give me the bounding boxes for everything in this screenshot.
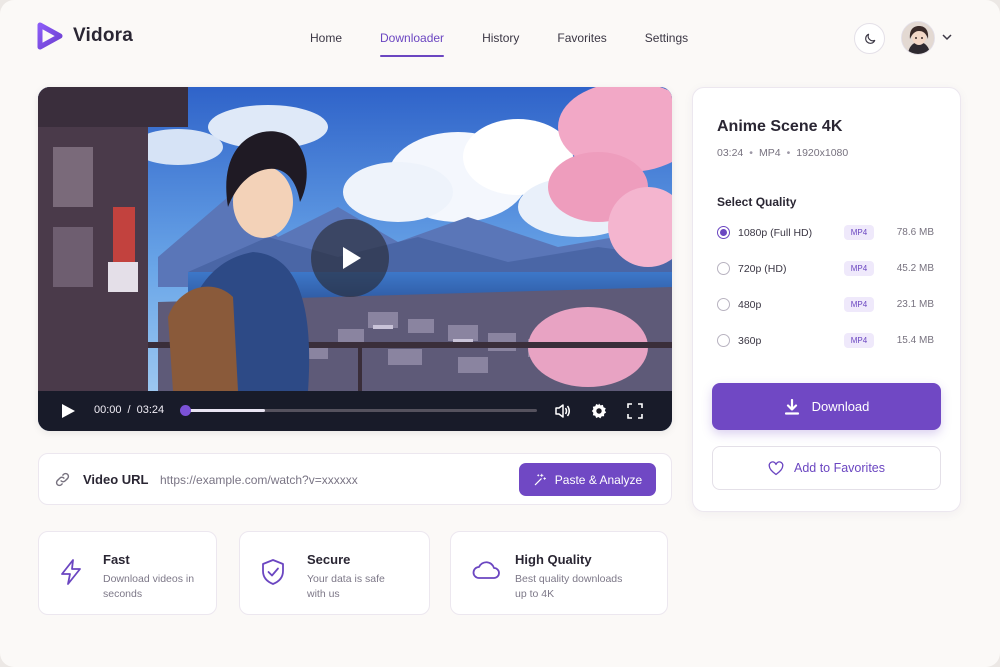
quality-label: 1080p (Full HD) <box>738 227 813 239</box>
quality-option-480p[interactable]: 480p MP4 23.1 MB <box>717 295 937 315</box>
progress-knob[interactable] <box>180 405 191 416</box>
download-icon <box>784 398 799 415</box>
file-size: 15.4 MB <box>896 335 934 346</box>
feature-title: High Quality <box>515 552 592 567</box>
magic-wand-icon <box>534 473 546 485</box>
feature-desc: Best quality downloads up to 4K <box>515 573 623 600</box>
quality-radio[interactable] <box>717 226 730 239</box>
feature-desc: Download videos in seconds <box>103 573 195 600</box>
video-player[interactable]: 00:00 / 03:24 <box>38 87 672 431</box>
paste-analyze-button[interactable]: Paste & Analyze <box>519 463 656 496</box>
app-window: Vidora Home Downloader History Favorites… <box>0 0 1000 667</box>
feature-desc: Your data is safe with us <box>307 573 385 600</box>
quality-label: 480p <box>738 299 762 311</box>
quality-label: 720p (HD) <box>738 263 787 275</box>
play-icon[interactable] <box>60 403 76 419</box>
theme-toggle-button[interactable] <box>854 23 885 54</box>
time-separator: / <box>127 404 131 416</box>
add-to-favorites-button[interactable]: Add to Favorites <box>712 446 941 490</box>
file-size: 78.6 MB <box>896 227 934 238</box>
url-input[interactable] <box>160 468 510 492</box>
shield-check-icon <box>262 559 284 585</box>
quality-radio[interactable] <box>717 262 730 275</box>
current-time: 00:00 <box>94 404 122 416</box>
quality-option-360p[interactable]: 360p MP4 15.4 MB <box>717 331 937 351</box>
video-title: Anime Scene 4K <box>717 118 843 135</box>
duration: 03:24 <box>136 404 165 416</box>
quality-heading: Select Quality <box>717 195 797 209</box>
video-meta: 03:24 • MP4 • 1920x1080 <box>717 147 848 159</box>
feature-card-secure: Secure Your data is safe with us <box>239 531 430 615</box>
play-icon <box>343 247 361 269</box>
quality-label: 360p <box>738 335 762 347</box>
nav-downloader[interactable]: Downloader <box>380 29 445 57</box>
meta-separator: • <box>749 147 753 159</box>
format-badge: MP4 <box>844 261 874 276</box>
app-name: Vidora <box>73 25 133 46</box>
format-badge: MP4 <box>844 297 874 312</box>
lightning-icon <box>61 559 81 585</box>
url-label: Video URL <box>83 472 149 487</box>
video-duration: 03:24 <box>717 147 744 159</box>
nav-favorites[interactable]: Favorites <box>557 29 606 57</box>
time-display: 00:00 / 03:24 <box>91 404 167 416</box>
quality-option-720p[interactable]: 720p (HD) MP4 45.2 MB <box>717 259 937 279</box>
file-size: 45.2 MB <box>896 263 934 274</box>
moon-icon <box>864 33 875 44</box>
format-badge: MP4 <box>844 225 874 240</box>
add-to-favorites-label: Add to Favorites <box>793 461 885 475</box>
feature-title: Fast <box>103 552 130 567</box>
volume-icon[interactable] <box>554 403 571 419</box>
file-size: 23.1 MB <box>896 299 934 310</box>
meta-separator: • <box>786 147 791 159</box>
user-avatar-icon <box>902 22 934 54</box>
feature-card-quality: High Quality Best quality downloads up t… <box>450 531 668 615</box>
progress-bar[interactable] <box>180 405 537 416</box>
gear-icon[interactable] <box>590 402 608 420</box>
chevron-down-icon[interactable] <box>941 31 953 43</box>
quality-radio[interactable] <box>717 334 730 347</box>
main-nav: Home Downloader History Favorites Settin… <box>310 29 726 57</box>
play-logo-icon <box>37 22 63 50</box>
download-button[interactable]: Download <box>712 383 941 430</box>
download-panel: Anime Scene 4K 03:24 • MP4 • 1920x1080 S… <box>692 87 961 512</box>
big-play-button[interactable] <box>311 219 389 297</box>
feature-card-fast: Fast Download videos in seconds <box>38 531 217 615</box>
player-controls: 00:00 / 03:24 <box>38 391 672 431</box>
nav-home[interactable]: Home <box>310 29 342 57</box>
nav-history[interactable]: History <box>482 29 519 57</box>
nav-settings[interactable]: Settings <box>645 29 688 57</box>
progress-fill <box>184 409 266 412</box>
logo[interactable]: Vidora <box>37 22 133 50</box>
link-icon <box>55 472 70 487</box>
format-badge: MP4 <box>844 333 874 348</box>
paste-analyze-label: Paste & Analyze <box>554 472 643 487</box>
quality-radio[interactable] <box>717 298 730 311</box>
video-format: MP4 <box>758 147 781 159</box>
url-bar: Video URL Paste & Analyze <box>38 453 672 505</box>
avatar[interactable] <box>901 21 935 55</box>
video-resolution: 1920x1080 <box>796 147 849 159</box>
cloud-icon <box>472 561 500 579</box>
heart-icon <box>768 460 784 475</box>
quality-option-1080p[interactable]: 1080p (Full HD) MP4 78.6 MB <box>717 223 937 243</box>
feature-title: Secure <box>307 552 351 567</box>
fullscreen-icon[interactable] <box>627 403 643 419</box>
download-label: Download <box>811 399 870 414</box>
